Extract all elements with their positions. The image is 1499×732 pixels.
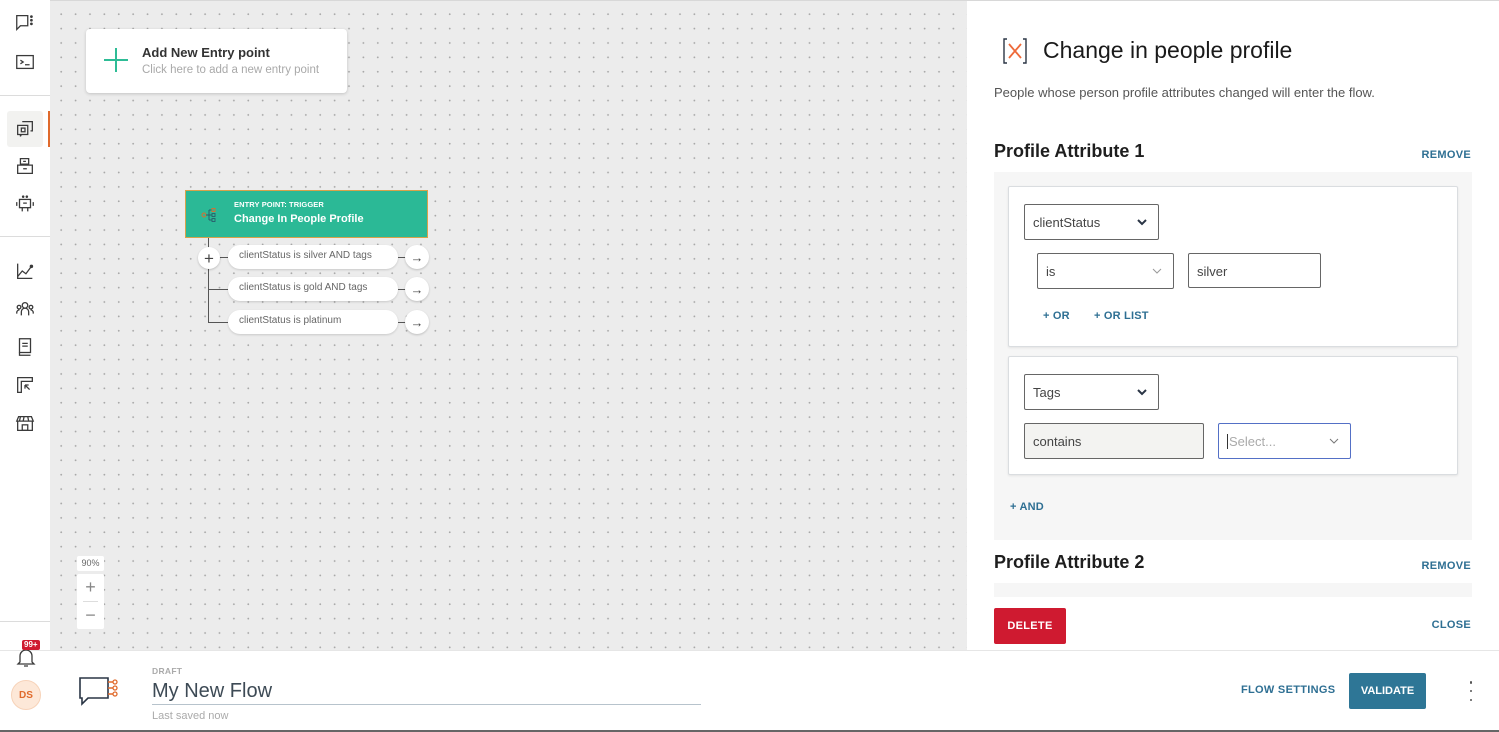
sidebar-item-people[interactable] — [7, 291, 43, 327]
flow-footer: 99+ DS DRAFT Last saved now FLOW SETTING… — [0, 640, 1499, 732]
more-options-icon[interactable] — [1464, 681, 1478, 701]
trigger-close-bracket-icon — [1003, 38, 1027, 64]
tree-branch-icon — [201, 208, 216, 222]
operator-select-value: contains — [1033, 434, 1082, 449]
terminal-icon — [16, 54, 34, 70]
inbox-icon — [17, 158, 33, 174]
close-link[interactable]: CLOSE — [1432, 619, 1471, 631]
zoom-controls: + − — [77, 574, 104, 629]
sidebar-item-analytics[interactable] — [7, 253, 43, 289]
flows-icon — [17, 121, 33, 137]
profile-attribute-2-section — [994, 583, 1472, 597]
tags-value-select[interactable]: Select... — [1218, 423, 1351, 459]
field-select[interactable]: clientStatus — [1024, 204, 1159, 240]
arrow-right-icon[interactable]: → — [405, 277, 429, 301]
flow-status: DRAFT — [152, 666, 183, 676]
add-entry-point-card[interactable]: Add New Entry point Click here to add a … — [86, 29, 347, 93]
remove-attribute-1-link[interactable]: REMOVE — [1422, 149, 1471, 161]
chat-flow-icon — [16, 15, 33, 31]
flow-name-input[interactable] — [152, 679, 701, 705]
add-and-link[interactable]: + AND — [1010, 501, 1044, 513]
sidebar-divider — [0, 621, 50, 622]
knowledge-book-icon — [18, 338, 32, 356]
tags-value-placeholder: Select... — [1227, 434, 1276, 449]
sidebar-item-chat-flows[interactable] — [7, 5, 43, 41]
add-or-list-link[interactable]: + OR LIST — [1094, 310, 1149, 322]
sidebar-item-knowledge[interactable] — [7, 329, 43, 365]
value-input[interactable]: silver — [1188, 253, 1321, 288]
tree-connector — [208, 289, 228, 290]
zoom-in-button[interactable]: + — [77, 574, 104, 601]
condition-pill[interactable]: clientStatus is platinum — [228, 310, 398, 334]
bot-icon — [16, 195, 34, 212]
chevron-down-icon — [1152, 268, 1162, 274]
chevron-down-icon — [1329, 438, 1339, 444]
add-condition-button[interactable]: + — [198, 247, 220, 269]
delete-button[interactable]: DELETE — [994, 608, 1066, 644]
sidebar-item-bots[interactable] — [7, 186, 43, 222]
zoom-out-button[interactable]: − — [77, 602, 104, 629]
value-input-text: silver — [1197, 264, 1228, 279]
sidebar-item-terminal[interactable] — [7, 44, 43, 80]
operator-select: contains — [1024, 423, 1204, 459]
field-select-value: clientStatus — [1033, 215, 1101, 230]
profile-attribute-2-heading: Profile Attribute 2 — [994, 552, 1145, 572]
chevron-down-icon — [1137, 389, 1147, 396]
add-entry-title: Add New Entry point — [142, 45, 270, 60]
chat-flow-icon — [79, 677, 118, 706]
validate-button[interactable]: VALIDATE — [1349, 673, 1426, 709]
flow-settings-link[interactable]: FLOW SETTINGS — [1241, 684, 1335, 696]
tree-connector — [208, 322, 228, 323]
remove-attribute-2-link[interactable]: REMOVE — [1422, 560, 1471, 572]
chevron-down-icon — [1137, 219, 1147, 226]
flow-canvas[interactable]: Add New Entry point Click here to add a … — [50, 0, 967, 650]
analytics-icon — [17, 263, 34, 279]
add-entry-subtitle: Click here to add a new entry point — [142, 64, 320, 76]
zoom-level: 90% — [77, 556, 104, 571]
sidebar-item-campaigns[interactable] — [7, 367, 43, 403]
operator-select[interactable]: is — [1037, 253, 1174, 289]
field-select[interactable]: Tags — [1024, 374, 1159, 410]
operator-select-value: is — [1046, 264, 1056, 279]
arrow-right-icon[interactable]: → — [405, 245, 429, 269]
condition-pill[interactable]: clientStatus is silver AND tags — [228, 245, 398, 269]
condition-card: Tags contains Select... — [1008, 356, 1458, 475]
user-avatar[interactable]: DS — [11, 680, 41, 710]
profile-attribute-1-heading: Profile Attribute 1 — [994, 141, 1145, 161]
panel-title: Change in people profile — [1043, 37, 1293, 63]
trigger-node-label: ENTRY POINT: TRIGGER — [234, 200, 324, 209]
campaign-icon — [17, 377, 33, 393]
trigger-node[interactable]: ENTRY POINT: TRIGGER Change In People Pr… — [185, 190, 428, 238]
store-icon — [15, 415, 35, 431]
left-sidebar — [0, 0, 50, 650]
last-saved: Last saved now — [152, 710, 229, 722]
sidebar-divider — [0, 236, 50, 237]
sidebar-item-flows[interactable] — [7, 111, 43, 147]
sidebar-item-inbox[interactable] — [7, 148, 43, 184]
field-select-value: Tags — [1033, 385, 1061, 400]
notification-badge: 99+ — [22, 640, 40, 650]
people-icon — [16, 301, 34, 316]
condition-card: clientStatus is silver + OR + OR LIST — [1008, 186, 1458, 347]
panel-description: People whose person profile attributes c… — [994, 85, 1375, 100]
add-or-link[interactable]: + OR — [1043, 310, 1070, 322]
arrow-right-icon[interactable]: → — [405, 310, 429, 334]
trigger-settings-panel: Change in people profile People whose pe… — [967, 0, 1499, 650]
trigger-node-title: Change In People Profile — [234, 213, 364, 225]
sidebar-divider — [0, 95, 50, 96]
sidebar-item-store[interactable] — [7, 405, 43, 441]
profile-attribute-1-section: clientStatus is silver + OR + OR LIST Ta… — [994, 172, 1472, 540]
condition-pill[interactable]: clientStatus is gold AND tags — [228, 277, 398, 301]
plus-icon — [104, 48, 128, 72]
